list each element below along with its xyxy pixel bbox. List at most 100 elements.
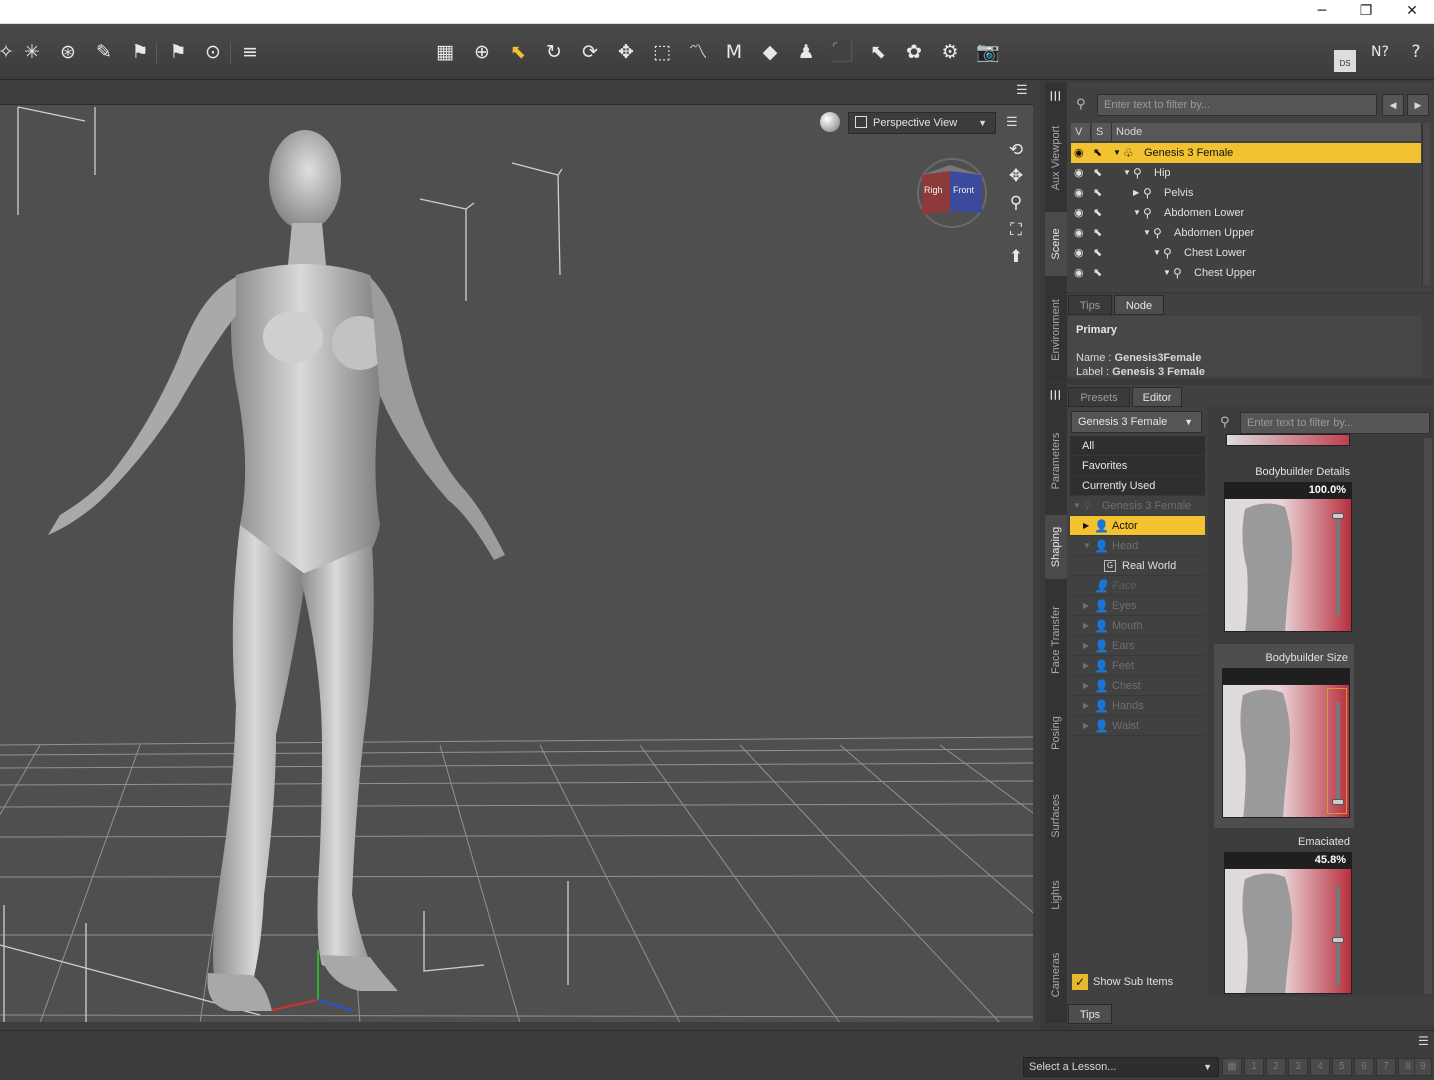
category-row[interactable]: ▶ 👤 Mouth — [1070, 616, 1205, 636]
lesson-step-button[interactable]: 4 — [1310, 1058, 1330, 1076]
expand-arrow-icon[interactable]: ▼ — [1083, 536, 1091, 556]
collapse-arrow-icon[interactable]: ▶ — [1083, 636, 1089, 656]
new-camera-icon[interactable]: ⚑ — [164, 38, 192, 66]
category-row[interactable]: ▶ 👤 Chest — [1070, 676, 1205, 696]
lesson-grid-icon[interactable]: ▦ — [1222, 1058, 1242, 1076]
scene-node-row[interactable]: ◉ ⬉ ▼ ⚲ Abdomen Lower — [1071, 203, 1421, 223]
category-row[interactable]: ▶ 👤 Waist — [1070, 716, 1205, 736]
pose-tool-icon[interactable]: ♟ — [792, 38, 820, 66]
tab-presets[interactable]: Presets — [1068, 387, 1130, 407]
tab-surfaces[interactable]: Surfaces — [1045, 773, 1067, 859]
tab-shaping[interactable]: Shaping — [1045, 515, 1067, 579]
distant-light-icon[interactable]: ✎ — [90, 38, 118, 66]
category-row[interactable]: Currently Used — [1070, 476, 1205, 496]
rotate-icon[interactable]: ⟳ — [576, 38, 604, 66]
eye-icon[interactable]: ◉ — [1074, 223, 1092, 243]
eye-icon[interactable]: ◉ — [1074, 203, 1092, 223]
point-light-icon[interactable]: ⊛ — [54, 38, 82, 66]
reset-camera-icon[interactable]: ⬆ — [1003, 245, 1029, 269]
scene-node-row[interactable]: ◉ ⬉ ▼ ⚲ Chest Lower — [1071, 243, 1421, 263]
morph-slider[interactable] — [1336, 702, 1340, 802]
collapse-arrow-icon[interactable]: ▶ — [1083, 516, 1089, 536]
morph-brush-icon[interactable]: Ⅿ — [720, 38, 748, 66]
tab-lights[interactable]: Lights — [1045, 863, 1067, 927]
tab-editor[interactable]: Editor — [1132, 387, 1182, 407]
scene-node-row[interactable]: ◉ ⬉ ▼ ⚲ Chest Upper — [1071, 263, 1421, 283]
category-row[interactable]: ▶ 👤 Hands — [1070, 696, 1205, 716]
figure-select-dropdown[interactable]: Genesis 3 Female ▼ — [1071, 411, 1202, 433]
morph-thumbnail[interactable] — [1224, 868, 1352, 994]
tab-tips-bottom[interactable]: Tips — [1068, 1004, 1112, 1024]
scene-scrollbar[interactable] — [1422, 123, 1430, 285]
lesson-step-button[interactable]: 9 — [1414, 1058, 1432, 1076]
pointer-icon[interactable]: ⬉ — [1093, 243, 1111, 263]
lesson-select-dropdown[interactable]: Select a Lesson... ▼ — [1023, 1057, 1219, 1077]
column-visible[interactable]: V — [1071, 123, 1091, 141]
expand-arrow-icon[interactable]: ▼ — [1153, 243, 1161, 263]
help-icon[interactable]: ? — [1402, 38, 1430, 66]
draw-style-sphere-icon[interactable] — [820, 112, 840, 132]
surface-selection-icon[interactable]: ◆ — [756, 38, 784, 66]
eye-icon[interactable]: ◉ — [1074, 143, 1092, 163]
morph-slider[interactable] — [1336, 516, 1340, 616]
morph-slider-knob[interactable] — [1332, 937, 1344, 944]
render-settings-icon[interactable]: ▦ — [431, 38, 459, 66]
morph-slider-knob[interactable] — [1332, 513, 1344, 519]
morph-card[interactable]: Emaciated 45.8% — [1216, 832, 1356, 996]
orbit-camera-icon[interactable]: ⟲ — [1003, 138, 1029, 162]
collapse-arrow-icon[interactable]: ▶ — [1083, 616, 1089, 636]
joint-editor-icon[interactable]: 〽 — [684, 38, 712, 66]
category-row[interactable]: ▼ 👤 Head — [1070, 536, 1205, 556]
lesson-step-button[interactable]: 6 — [1354, 1058, 1374, 1076]
scale-icon[interactable]: ⬚ — [648, 38, 676, 66]
whats-this-icon[interactable]: N? — [1366, 38, 1394, 66]
render-settings-gear-icon[interactable]: ⚙ — [936, 38, 964, 66]
tab-aux-viewport[interactable]: Aux Viewport — [1045, 112, 1067, 204]
pointer-icon[interactable]: ⬉ — [1093, 223, 1111, 243]
pointer-icon[interactable]: ⬉ — [1093, 183, 1111, 203]
expand-arrow-icon[interactable]: ▼ — [1143, 223, 1151, 243]
pointer-icon[interactable]: ⬉ — [1093, 163, 1111, 183]
scene-node-row[interactable]: ◉ ⬉ ▼ ⚲ Abdomen Upper — [1071, 223, 1421, 243]
pan-camera-icon[interactable]: ✥ — [1003, 164, 1029, 188]
tab-parameters[interactable]: Parameters — [1045, 411, 1067, 511]
expand-arrow-icon[interactable]: ▼ — [1163, 263, 1171, 283]
node-selection-icon[interactable]: ⬉ — [504, 38, 532, 66]
category-row[interactable]: Favorites — [1070, 456, 1205, 476]
tab-tips[interactable]: Tips — [1068, 295, 1112, 315]
prev-arrow-icon[interactable]: ◀ — [1382, 94, 1404, 116]
lesson-step-button[interactable]: 1 — [1244, 1058, 1264, 1076]
scene-filter-input[interactable]: Enter text to filter by... — [1097, 94, 1377, 116]
spot-light-icon[interactable]: ✳ — [18, 38, 46, 66]
viewport-menu-icon[interactable]: ☰ — [1016, 82, 1034, 98]
collapse-arrow-icon[interactable]: ▶ — [1083, 716, 1089, 736]
column-node[interactable]: Node — [1112, 123, 1422, 141]
align-icon[interactable]: ≡ — [236, 38, 264, 66]
category-row[interactable]: 👤 Face — [1070, 576, 1205, 596]
render-icon[interactable]: ✿ — [900, 38, 928, 66]
lesson-step-button[interactable]: 5 — [1332, 1058, 1352, 1076]
tab-environment[interactable]: Environment — [1045, 284, 1067, 376]
tab-scene[interactable]: Scene — [1045, 212, 1067, 276]
category-row[interactable]: ▶ 👤 Ears — [1070, 636, 1205, 656]
scene-node-row[interactable]: ◉ ⬉ ▼ ⚲ Hip — [1071, 163, 1421, 183]
restore-button[interactable]: ❐ — [1346, 0, 1386, 22]
panel-menu-icon[interactable]: ☰ — [1045, 385, 1067, 405]
pointer-icon[interactable]: ⬉ — [1093, 203, 1111, 223]
morph-slider-knob[interactable] — [1332, 799, 1344, 805]
morph-filter-input[interactable]: Enter text to filter by... — [1240, 412, 1430, 434]
view-select-dropdown[interactable]: Perspective View ▼ — [848, 112, 996, 134]
category-row[interactable]: ▶ 👤 Eyes — [1070, 596, 1205, 616]
collapse-arrow-icon[interactable]: ▶ — [1083, 656, 1089, 676]
viewport-options-icon[interactable]: ☰ — [1006, 114, 1026, 130]
tool-icon-0[interactable]: ✧ — [0, 38, 20, 66]
morph-card[interactable]: Bodybuilder Size — [1214, 644, 1354, 828]
next-arrow-icon[interactable]: ▶ — [1407, 94, 1429, 116]
minimize-button[interactable]: ─ — [1302, 0, 1342, 22]
column-selectable[interactable]: S — [1092, 123, 1112, 141]
morph-scrollbar[interactable] — [1424, 438, 1432, 994]
translate-icon[interactable]: ✥ — [612, 38, 640, 66]
genesis-3-female-figure[interactable] — [48, 130, 505, 1011]
category-row[interactable]: ▼ ♧ Genesis 3 Female — [1070, 496, 1205, 516]
morph-card[interactable]: Bodybuilder Details 100.0% — [1216, 462, 1356, 634]
